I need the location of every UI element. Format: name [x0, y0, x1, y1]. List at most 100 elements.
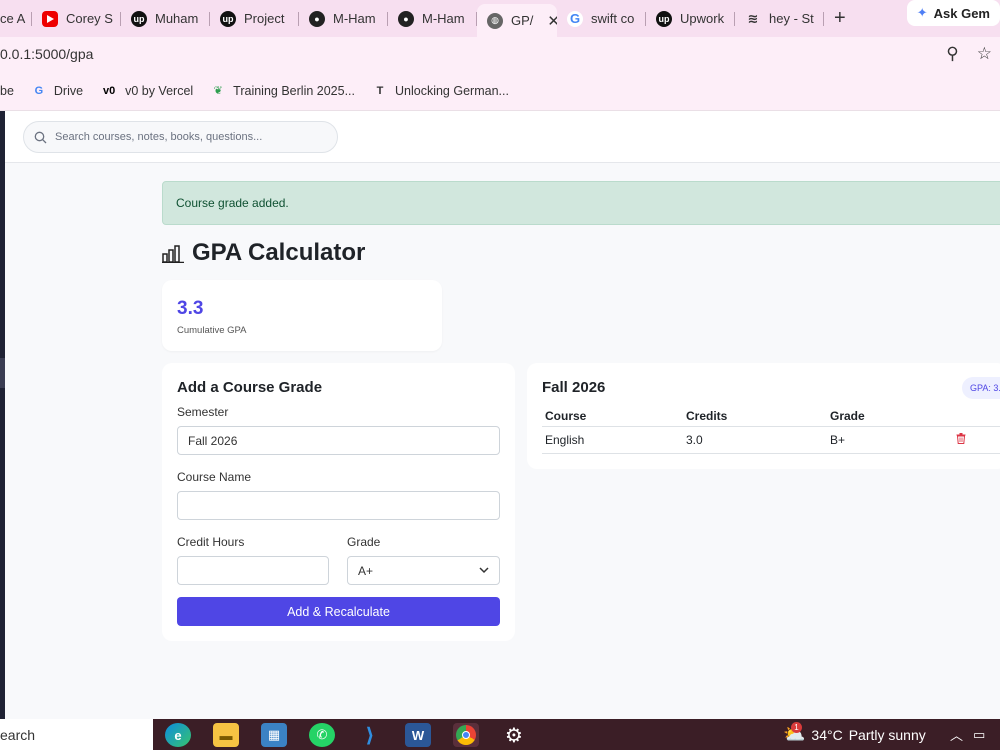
tab-9[interactable]: ≋ hey - St [735, 4, 824, 34]
semester-label: Semester [177, 405, 229, 419]
form-title: Add a Course Grade [177, 379, 323, 396]
grade-select[interactable]: A+ [347, 556, 500, 585]
semester-input[interactable]: Fall 2026 [177, 426, 500, 455]
bookmark-training[interactable]: ❦ Training Berlin 2025... [211, 84, 355, 98]
chevron-up-icon[interactable]: ︿ [950, 725, 963, 744]
chevron-down-icon [479, 567, 489, 574]
upwork-icon: up [131, 10, 147, 27]
course-name-label: Course Name [177, 470, 252, 484]
delete-trash-icon[interactable] [956, 433, 966, 447]
credit-hours-input[interactable] [177, 556, 329, 585]
google-icon: G [567, 10, 583, 27]
tab-active-gpa[interactable]: ◍ GP/ ✕ [477, 3, 557, 38]
add-course-form: Add a Course Grade Semester Fall 2026 Co… [162, 363, 515, 641]
taskbar-search[interactable]: earch [0, 719, 153, 750]
tab-label: swift co [591, 11, 635, 26]
tab-2[interactable]: up Muham [121, 4, 210, 34]
github-icon: ● [309, 10, 325, 27]
cell-credits: 3.0 [686, 433, 703, 447]
github-icon: ● [398, 10, 414, 27]
tab-label: Corey S [66, 11, 113, 26]
bookmark-label: v0 by Vercel [125, 83, 194, 98]
column-header-course: Course [545, 408, 587, 423]
tab-label: hey - St [769, 11, 814, 26]
cell-grade: B+ [830, 433, 846, 447]
semester-value: Fall 2026 [188, 433, 238, 448]
system-tray: ︿ ▭ [950, 719, 985, 750]
weather-text: Partly sunny [848, 726, 926, 743]
table-header: Course Credits Grade [542, 405, 1000, 427]
tab-label: Project [244, 11, 285, 26]
bookmark-label: be [0, 83, 14, 98]
bookmark-v0[interactable]: v0 v0 by Vercel [101, 84, 193, 98]
bookmark-label: Drive [53, 83, 84, 98]
browser-tab-bar: ce A Corey S up Muham up Project ● M-Ham… [0, 0, 1000, 38]
youtube-icon [42, 10, 58, 27]
stackoverflow-icon: ≋ [747, 10, 759, 26]
search-placeholder: Search courses, notes, books, questions.… [55, 131, 263, 143]
tab-5[interactable]: ● M-Ham [388, 4, 477, 34]
add-recalculate-button[interactable]: Add & Recalculate [177, 597, 500, 626]
vscode-icon[interactable]: ⟩ [357, 723, 383, 747]
taskbar: earch e ▬ ▦ ✆ ⟩ W ⚙ ⛅ 1 34°C Partly sunny… [0, 719, 1000, 750]
search-input[interactable]: Search courses, notes, books, questions.… [23, 121, 338, 153]
bookmark-star-icon[interactable]: ☆ [977, 44, 992, 64]
cumulative-gpa-card: 3.3 Cumulative GPA [162, 280, 442, 351]
cumulative-gpa-label: Cumulative GPA [177, 325, 247, 336]
semester-gpa-badge: GPA: 3.3 [962, 377, 1000, 399]
bookmark-drive[interactable]: G Drive [32, 84, 83, 98]
cumulative-gpa-value: 3.3 [177, 298, 204, 319]
tab-7[interactable]: G swift co [557, 4, 646, 34]
upwork-icon: up [220, 10, 236, 27]
v0-icon: v0 [102, 84, 116, 97]
tab-label: Upwork [680, 11, 725, 26]
network-icon[interactable]: ▭ [973, 727, 985, 743]
partly-sunny-icon: ⛅ 1 [783, 722, 806, 744]
tab-1[interactable]: Corey S [32, 4, 121, 34]
semester-card: Fall 2026 GPA: 3.3 Course Credits Grade … [527, 363, 1000, 469]
control-icon[interactable]: ▦ [261, 723, 287, 747]
course-name-input[interactable] [177, 491, 500, 520]
globe-icon: ◍ [487, 12, 503, 29]
cell-course: English [545, 433, 585, 447]
zoom-icon[interactable]: ⚲ [946, 44, 958, 64]
bookmark-german[interactable]: T Unlocking German... [373, 84, 509, 98]
weather-temp: 34°C [811, 726, 843, 743]
tab-3[interactable]: up Project [210, 4, 299, 34]
tab-label: M-Ham [422, 11, 465, 26]
grade-label: Grade [347, 535, 381, 549]
success-alert: Course grade added. [162, 181, 1000, 225]
chrome-icon[interactable] [453, 723, 479, 747]
edge-icon[interactable]: e [165, 723, 191, 747]
grade-value: A+ [358, 563, 374, 578]
file-explorer-icon[interactable]: ▬ [213, 723, 239, 747]
bookmark-label: Unlocking German... [395, 83, 509, 98]
tab-4[interactable]: ● M-Ham [299, 4, 388, 34]
tab-0[interactable]: ce A [0, 4, 32, 34]
bookmark-label: Training Berlin 2025... [233, 83, 355, 98]
close-tab-icon[interactable]: ✕ [547, 12, 557, 30]
weather-badge: 1 [791, 722, 802, 733]
ask-gemini-button[interactable]: ✦ Ask Gem [906, 0, 1000, 26]
url-text[interactable]: 0.0.1:5000/gpa [0, 46, 93, 62]
tab-label: GP/ [511, 13, 534, 28]
upwork-icon: up [656, 10, 672, 27]
whatsapp-icon[interactable]: ✆ [309, 723, 335, 747]
tab-label: M-Ham [333, 11, 376, 26]
bar-chart-icon [162, 245, 184, 263]
submit-label: Add & Recalculate [287, 604, 390, 619]
tab-label: ce A [0, 11, 26, 26]
settings-icon[interactable]: ⚙ [501, 723, 527, 747]
credit-hours-label: Credit Hours [177, 535, 245, 549]
weather-widget[interactable]: ⛅ 1 34°C Partly sunny [783, 719, 926, 750]
tab-8[interactable]: up Upwork [646, 4, 735, 34]
bookmark-youtube[interactable]: be [0, 84, 14, 98]
new-tab-button[interactable]: + [834, 7, 846, 30]
t-icon: T [376, 84, 384, 97]
alert-text: Course grade added. [176, 196, 289, 210]
address-bar[interactable]: 0.0.1:5000/gpa ⚲ ☆ [0, 37, 1000, 71]
badge-text: GPA: 3.3 [970, 383, 1000, 393]
tab-label: Muham [155, 11, 199, 26]
word-icon[interactable]: W [405, 723, 431, 747]
page-title-text: GPA Calculator [192, 239, 366, 266]
